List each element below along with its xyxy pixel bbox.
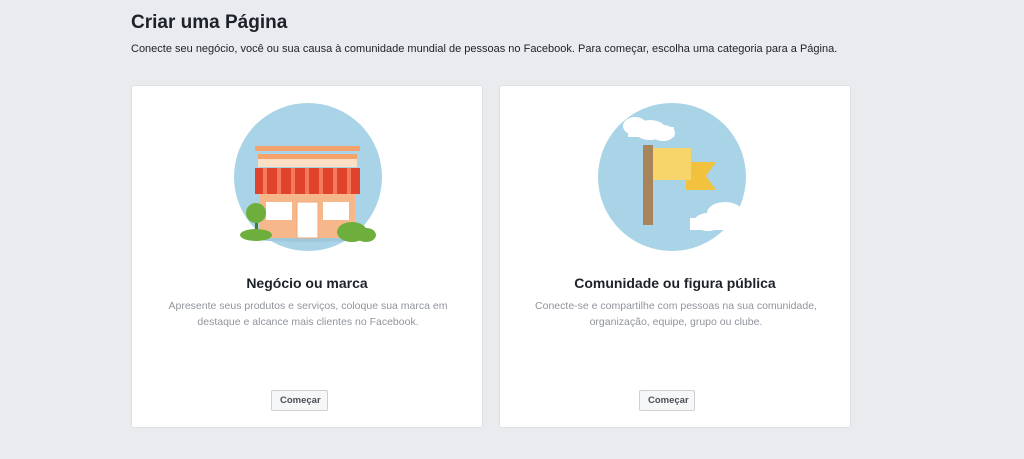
card-description: Apresente seus produtos e serviços, colo… — [168, 300, 448, 328]
card-description: Conecte-se e compartilhe com pessoas na … — [535, 300, 817, 328]
page-subtitle: Conecte seu negócio, você ou sua causa à… — [131, 43, 838, 55]
page-title: Criar uma Página — [131, 12, 288, 33]
start-button-community[interactable]: Começar — [639, 390, 695, 411]
card-title: Negócio ou marca — [246, 275, 368, 291]
flag-illustration — [598, 103, 760, 251]
card-community-or-public-figure[interactable]: Comunidade ou figura pública Conecte-se … — [499, 85, 851, 428]
card-title: Comunidade ou figura pública — [574, 275, 776, 291]
storefront-illustration — [234, 103, 382, 251]
card-business-or-brand[interactable]: Negócio ou marca Apresente seus produtos… — [131, 85, 483, 428]
start-button-business[interactable]: Começar — [271, 390, 328, 411]
